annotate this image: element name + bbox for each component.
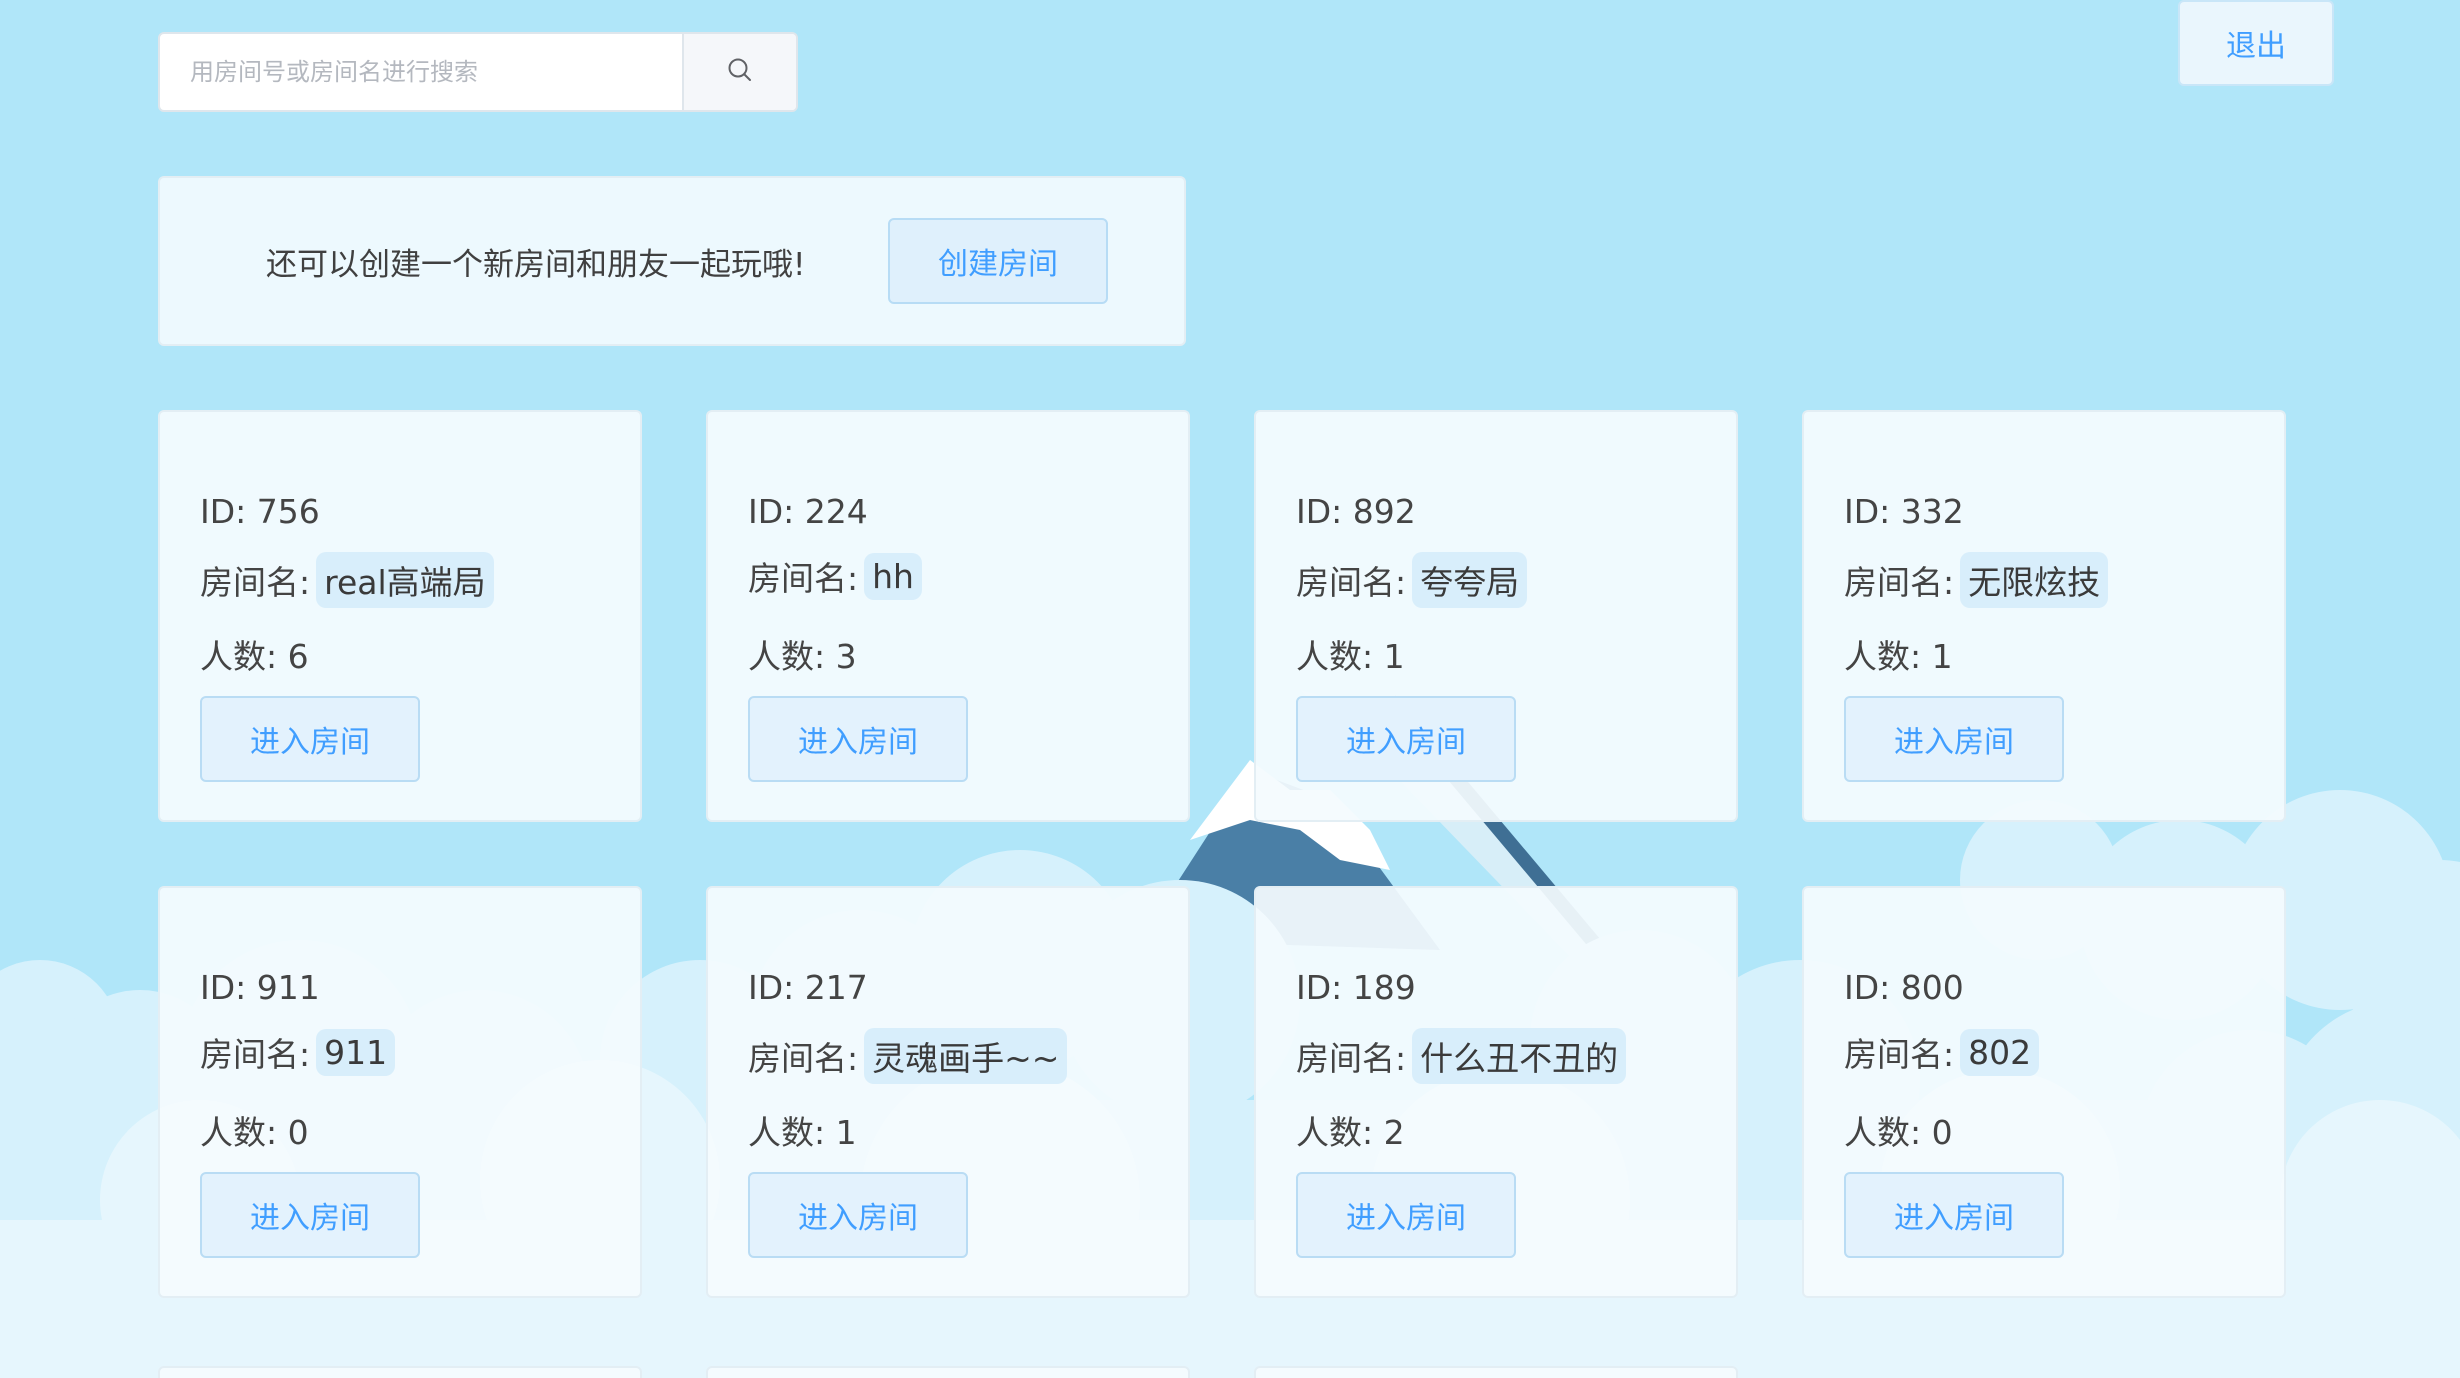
create-room-prompt: 还可以创建一个新房间和朋友一起玩哦!: [266, 246, 806, 283]
enter-room-button[interactable]: 进入房间: [748, 1172, 968, 1258]
search-icon: [726, 56, 754, 88]
room-id: ID: 189: [1296, 968, 1416, 1007]
room-name-tag: 夸夸局: [1412, 552, 1528, 608]
room-id: ID: 217: [748, 968, 868, 1007]
room-card: ID: 224 房间名: hh 人数: 3 进入房间: [706, 410, 1190, 822]
room-player-count: 人数: 6: [200, 637, 309, 676]
logout-button[interactable]: 退出: [2178, 0, 2334, 86]
room-name-label: 房间名:: [200, 1035, 311, 1074]
room-name-row: 房间名: 911: [200, 1028, 396, 1076]
search-input[interactable]: [160, 34, 682, 110]
room-name-label: 房间名:: [1296, 563, 1407, 602]
room-card-partial: [706, 1366, 1190, 1378]
room-name-row: 房间名: 夸夸局: [1296, 552, 1528, 608]
room-name-label: 房间名:: [1844, 1035, 1955, 1074]
room-card-partial: [1254, 1366, 1738, 1378]
room-player-count: 人数: 0: [200, 1113, 309, 1152]
enter-room-button[interactable]: 进入房间: [200, 1172, 420, 1258]
room-name-tag: 什么丑不丑的: [1412, 1028, 1627, 1084]
room-card: ID: 892 房间名: 夸夸局 人数: 1 进入房间: [1254, 410, 1738, 822]
room-name-tag: 802: [1960, 1028, 2040, 1076]
room-card: ID: 332 房间名: 无限炫技 人数: 1 进入房间: [1802, 410, 2286, 822]
room-name-tag: real高端局: [316, 552, 494, 608]
enter-room-button[interactable]: 进入房间: [1296, 696, 1516, 782]
room-name-tag: 灵魂画手~~: [864, 1028, 1068, 1084]
room-name-row: 房间名: 无限炫技: [1844, 552, 2109, 608]
create-room-button[interactable]: 创建房间: [888, 218, 1108, 304]
room-name-row: 房间名: 灵魂画手~~: [748, 1028, 1068, 1084]
room-card: ID: 756 房间名: real高端局 人数: 6 进入房间: [158, 410, 642, 822]
room-name-row: 房间名: 什么丑不丑的: [1296, 1028, 1627, 1084]
search-bar: [158, 32, 798, 112]
search-button[interactable]: [682, 34, 796, 110]
room-player-count: 人数: 1: [1296, 637, 1405, 676]
room-name-label: 房间名:: [1296, 1039, 1407, 1078]
room-name-row: 房间名: real高端局: [200, 552, 494, 608]
enter-room-button[interactable]: 进入房间: [200, 696, 420, 782]
room-name-label: 房间名:: [200, 563, 311, 602]
room-id: ID: 800: [1844, 968, 1964, 1007]
room-name-label: 房间名:: [748, 1039, 859, 1078]
enter-room-button[interactable]: 进入房间: [748, 696, 968, 782]
room-player-count: 人数: 2: [1296, 1113, 1405, 1152]
room-id: ID: 911: [200, 968, 320, 1007]
enter-room-button[interactable]: 进入房间: [1844, 696, 2064, 782]
room-card-partial: [158, 1366, 642, 1378]
room-name-tag: 911: [316, 1028, 396, 1076]
room-player-count: 人数: 0: [1844, 1113, 1953, 1152]
room-card: ID: 911 房间名: 911 人数: 0 进入房间: [158, 886, 642, 1298]
room-player-count: 人数: 1: [748, 1113, 857, 1152]
room-name-tag: 无限炫技: [1960, 552, 2109, 608]
room-id: ID: 224: [748, 492, 868, 531]
room-card: ID: 217 房间名: 灵魂画手~~ 人数: 1 进入房间: [706, 886, 1190, 1298]
enter-room-button[interactable]: 进入房间: [1844, 1172, 2064, 1258]
room-id: ID: 756: [200, 492, 320, 531]
room-player-count: 人数: 1: [1844, 637, 1953, 676]
room-card: ID: 189 房间名: 什么丑不丑的 人数: 2 进入房间: [1254, 886, 1738, 1298]
room-name-row: 房间名: 802: [1844, 1028, 2040, 1076]
create-room-panel: 还可以创建一个新房间和朋友一起玩哦! 创建房间: [158, 176, 1186, 346]
room-card: ID: 800 房间名: 802 人数: 0 进入房间: [1802, 886, 2286, 1298]
room-name-label: 房间名:: [748, 559, 859, 598]
room-player-count: 人数: 3: [748, 637, 857, 676]
enter-room-button[interactable]: 进入房间: [1296, 1172, 1516, 1258]
room-name-label: 房间名:: [1844, 563, 1955, 602]
room-name-row: 房间名: hh: [748, 552, 922, 600]
room-name-tag: hh: [864, 552, 922, 600]
room-id: ID: 332: [1844, 492, 1964, 531]
room-id: ID: 892: [1296, 492, 1416, 531]
